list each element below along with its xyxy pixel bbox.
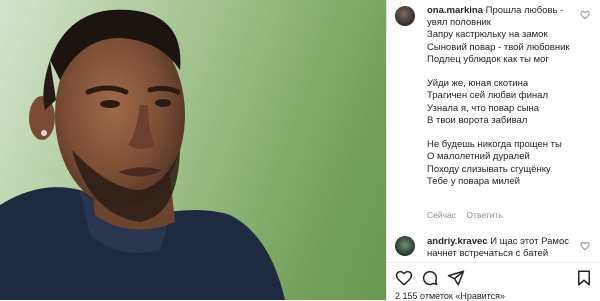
bookmark-icon[interactable]: [575, 269, 593, 287]
photo-illustration: [0, 0, 386, 300]
comment-caption: ona.markina Прошла любовь - увял половни…: [427, 5, 577, 188]
comment: andriy.kravec И щас этот Рамос начнет вс…: [427, 236, 579, 260]
paper-plane-icon[interactable]: [447, 269, 465, 287]
action-bar: [387, 262, 600, 291]
comment-bubble-icon[interactable]: [421, 269, 439, 287]
comment-username[interactable]: ona.markina: [427, 5, 483, 16]
heart-icon[interactable]: [395, 269, 413, 287]
avatar[interactable]: [395, 6, 415, 26]
comment-time: Сейчас: [427, 210, 457, 220]
comment-meta: Сейчас Ответить: [427, 210, 511, 220]
comment-text: Прошла любовь - увял половник Запру каст…: [427, 5, 570, 187]
reply-link[interactable]: Ответить: [466, 210, 502, 220]
comments-panel: ona.markina Прошла любовь - увял половни…: [386, 0, 600, 301]
comment-username[interactable]: andriy.kravec: [427, 236, 488, 247]
avatar[interactable]: [395, 236, 415, 256]
heart-outline-icon[interactable]: [580, 241, 590, 251]
heart-outline-icon[interactable]: [580, 10, 590, 20]
post-photo: [0, 0, 386, 300]
